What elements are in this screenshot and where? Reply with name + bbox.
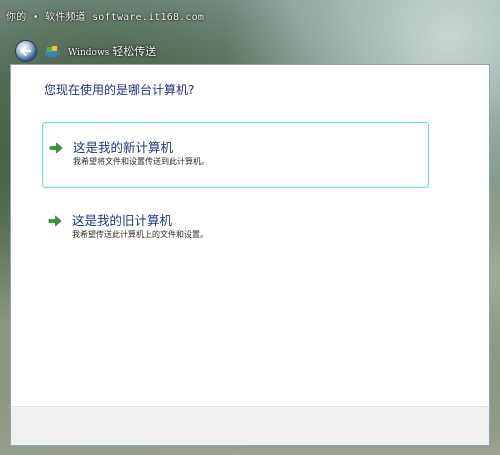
- window-title-prefix: Windows: [68, 48, 110, 58]
- page-question: 您现在使用的是哪台计算机?: [44, 83, 195, 97]
- green-arrow-icon: [49, 142, 63, 154]
- option-old-computer-description: 我希望传送此计算机上的文件和设置。: [72, 230, 208, 239]
- green-arrow-icon: [48, 215, 62, 227]
- option-new-computer-title: 这是我的新计算机: [73, 140, 174, 155]
- option-new-computer[interactable]: 这是我的新计算机 我希望将文件和设置传送到此计算机。: [42, 122, 429, 188]
- window-titlebar: Windows 轻松传送: [10, 38, 490, 64]
- wizard-footer: [10, 406, 490, 446]
- window-title: Windows 轻松传送: [68, 43, 156, 59]
- option-new-computer-description: 我希望将文件和设置传送到此计算机。: [73, 157, 209, 166]
- window-title-text: 轻松传送: [112, 45, 157, 58]
- watermark-text: 你的 • 软件频道 software.it168.com: [6, 12, 205, 23]
- option-old-computer[interactable]: 这是我的旧计算机 我希望传送此计算机上的文件和设置。: [42, 196, 429, 262]
- option-old-computer-title: 这是我的旧计算机: [72, 213, 173, 228]
- easy-transfer-icon: [44, 43, 60, 57]
- wizard-content: 您现在使用的是哪台计算机? 这是我的新计算机 我希望将文件和设置传送到此计算机。…: [10, 64, 490, 406]
- back-arrow-icon[interactable]: [15, 40, 37, 62]
